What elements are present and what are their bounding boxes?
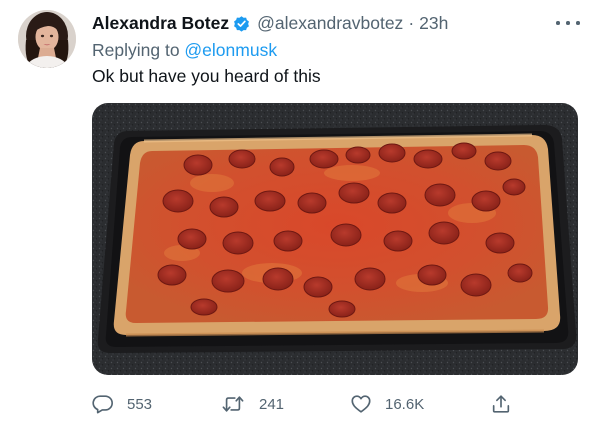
avatar[interactable]: [18, 10, 76, 68]
reply-context-prefix: Replying to: [92, 40, 185, 60]
pizza-photo: [92, 103, 578, 375]
timestamp[interactable]: 23h: [419, 12, 448, 34]
reply-button[interactable]: 553: [92, 392, 152, 416]
user-handle[interactable]: @alexandravbotez: [257, 12, 403, 34]
more-options-icon[interactable]: [556, 16, 580, 30]
retweet-icon: [222, 396, 244, 412]
display-name[interactable]: Alexandra Botez: [92, 12, 229, 34]
tweet-actions: 553 241 16.6K: [92, 392, 522, 416]
avatar-image: [18, 10, 76, 68]
verified-badge-icon: [232, 14, 251, 33]
retweet-button[interactable]: 241: [220, 392, 284, 416]
like-button[interactable]: 16.6K: [350, 392, 424, 416]
tweet-header: Alexandra Botez @alexandravbotez · 23h: [92, 12, 448, 34]
share-icon: [492, 395, 510, 413]
heart-icon: [351, 395, 371, 413]
retweet-count: 241: [259, 395, 285, 413]
tweet[interactable]: Alexandra Botez @alexandravbotez · 23h R…: [0, 0, 616, 428]
tweet-image[interactable]: [92, 103, 578, 375]
like-count: 16.6K: [385, 395, 425, 413]
separator-dot: ·: [408, 13, 415, 33]
reply-icon: [92, 395, 113, 414]
tweet-text: Ok but have you heard of this: [92, 66, 321, 86]
mention-link[interactable]: @elonmusk: [184, 40, 277, 60]
share-button[interactable]: [490, 392, 525, 416]
reply-context: Replying to @elonmusk: [92, 39, 277, 61]
reply-count: 553: [127, 395, 153, 413]
